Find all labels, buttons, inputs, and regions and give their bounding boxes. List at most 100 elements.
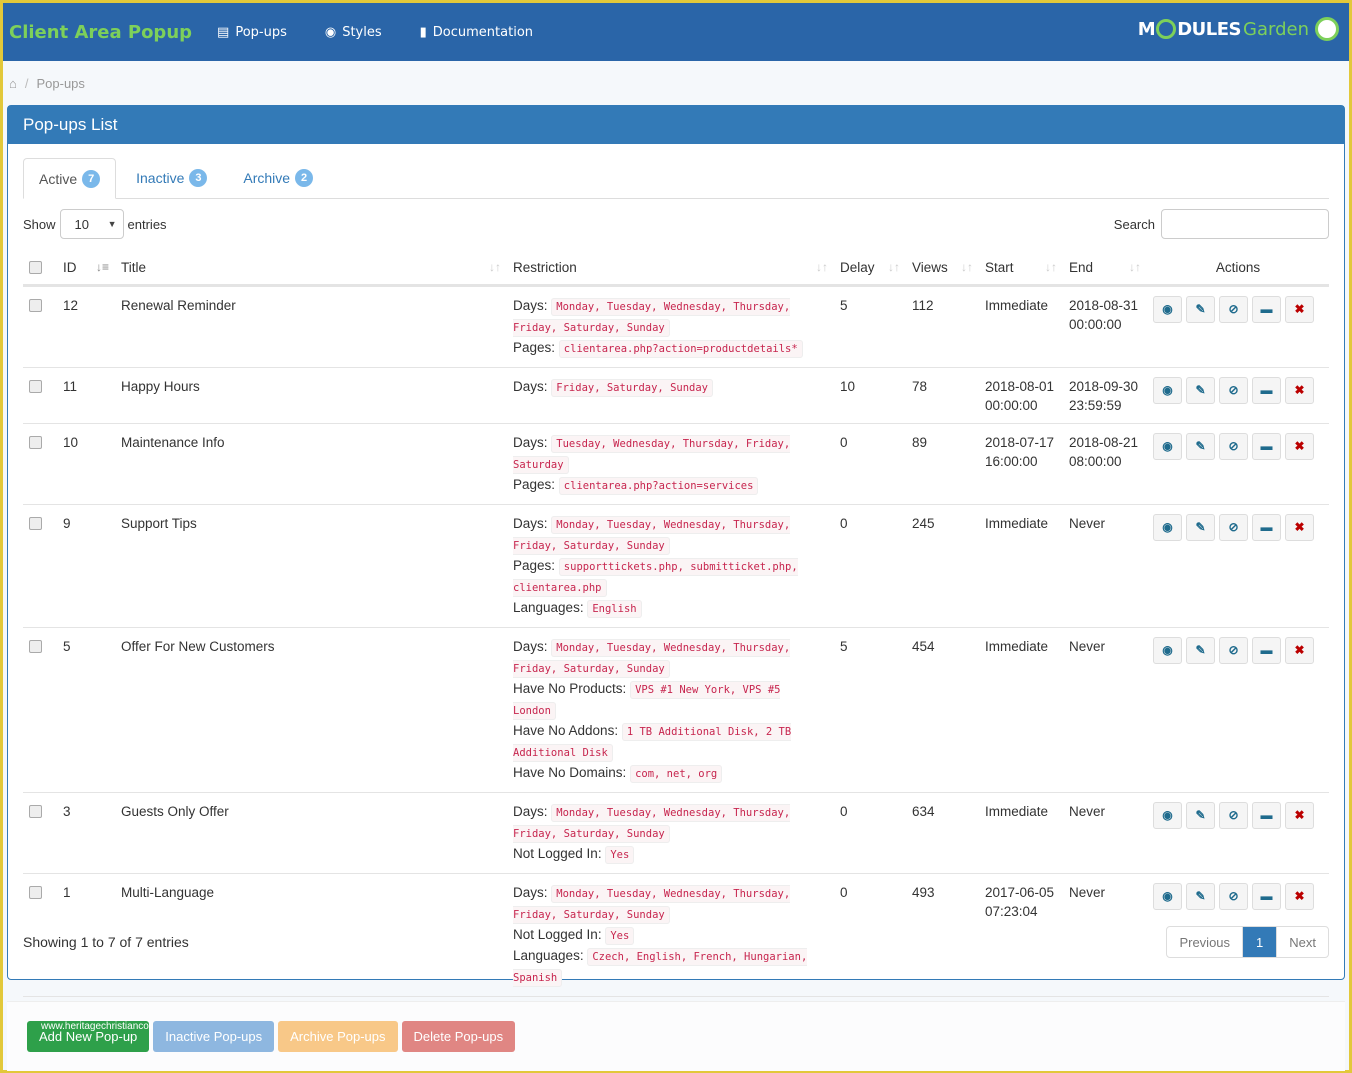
action-buttons: ◉ ✎ ⊘ ▬ ✖	[1153, 636, 1323, 664]
col-end[interactable]: End ↓↑	[1063, 251, 1147, 287]
archive-button[interactable]: ▬	[1252, 295, 1281, 323]
restriction-value: Monday, Tuesday, Wednesday, Thursday, Fr…	[513, 803, 791, 843]
logo-text-dules: DULES	[1177, 18, 1242, 40]
breadcrumb: ⌂ / Pop-ups	[3, 61, 1349, 105]
archive-button[interactable]: ▬	[1252, 513, 1281, 541]
preview-button[interactable]: ◉	[1153, 882, 1182, 910]
deactivate-button[interactable]: ⊘	[1219, 513, 1248, 541]
row-actions: ◉ ✎ ⊘ ▬ ✖	[1147, 627, 1329, 793]
deactivate-button[interactable]: ⊘	[1219, 882, 1248, 910]
app-brand[interactable]: Client Area Popup	[9, 22, 192, 43]
page-1-button[interactable]: 1	[1243, 927, 1278, 957]
deactivate-button[interactable]: ⊘	[1219, 295, 1248, 323]
row-checkbox[interactable]	[29, 298, 42, 312]
restriction-label: Pages:	[513, 557, 556, 573]
edit-button[interactable]: ✎	[1186, 376, 1215, 404]
deactivate-button[interactable]: ⊘	[1219, 636, 1248, 664]
folder-open-icon: ▬	[1260, 807, 1273, 822]
home-icon[interactable]: ⌂	[9, 76, 17, 91]
row-checkbox[interactable]	[29, 379, 42, 393]
tab-inactive[interactable]: Inactive 3	[120, 158, 223, 198]
deactivate-button[interactable]: ⊘	[1219, 376, 1248, 404]
folder-open-icon: ▬	[1260, 301, 1273, 316]
breadcrumb-current[interactable]: Pop-ups	[36, 76, 84, 91]
table-row: 12 Renewal Reminder Days: Monday, Tuesday,…	[23, 285, 1329, 368]
archive-button[interactable]: ▬	[1252, 801, 1281, 829]
preview-button[interactable]: ◉	[1153, 376, 1182, 404]
inactive-popups-button[interactable]: Inactive Pop-ups	[153, 1021, 275, 1052]
row-checkbox[interactable]	[29, 885, 42, 899]
list-icon: ▤	[217, 24, 230, 40]
row-id: 10	[57, 423, 115, 505]
preview-button[interactable]: ◉	[1153, 432, 1182, 460]
deactivate-button[interactable]: ⊘	[1219, 801, 1248, 829]
select-all-checkbox[interactable]	[29, 260, 42, 274]
delete-button[interactable]: ✖	[1285, 636, 1314, 664]
row-restriction: Days: Tuesday, Wednesday, Thursday, Frid…	[507, 423, 834, 505]
delete-button[interactable]: ✖	[1285, 801, 1314, 829]
nav-documentation-label: Documentation	[432, 24, 534, 40]
panel-title: Pop-ups List	[8, 106, 1344, 144]
restriction-line: Have No Addons: 1 TB Additional Disk, 2 …	[513, 721, 828, 763]
delete-button[interactable]: ✖	[1285, 513, 1314, 541]
row-views: 78	[906, 367, 979, 424]
row-end: Never	[1063, 627, 1147, 793]
table-header-row: ID ↓≡ Title ↓↑ Restriction ↓↑ Delay ↓↑ Views…	[23, 251, 1329, 287]
pencil-icon: ✎	[1195, 642, 1206, 657]
row-checkbox[interactable]	[29, 435, 42, 449]
edit-button[interactable]: ✎	[1186, 432, 1215, 460]
col-id[interactable]: ID ↓≡	[57, 251, 115, 287]
tab-active[interactable]: Active 7	[23, 158, 117, 199]
delete-button[interactable]: ✖	[1285, 882, 1314, 910]
tab-archive[interactable]: Archive 2	[227, 158, 329, 198]
edit-button[interactable]: ✎	[1186, 513, 1215, 541]
col-start[interactable]: Start ↓↑	[979, 251, 1063, 287]
restriction-value: Monday, Tuesday, Wednesday, Thursday, Fr…	[513, 297, 791, 337]
nav-styles[interactable]: ◉ Styles	[325, 25, 382, 40]
preview-button[interactable]: ◉	[1153, 801, 1182, 829]
action-buttons: ◉ ✎ ⊘ ▬ ✖	[1153, 801, 1323, 829]
row-start: Immediate	[979, 792, 1063, 874]
edit-button[interactable]: ✎	[1186, 882, 1215, 910]
preview-button[interactable]: ◉	[1153, 295, 1182, 323]
archive-popups-button[interactable]: Archive Pop-ups	[278, 1021, 398, 1052]
eye-icon: ◉	[1162, 642, 1173, 657]
add-new-popup-button[interactable]: www.heritagechristiancollege.com Add New…	[27, 1021, 192, 1052]
search-input[interactable]	[1161, 209, 1329, 239]
archive-button[interactable]: ▬	[1252, 636, 1281, 664]
sort-icon: ↓↑	[1129, 259, 1141, 274]
nav-popups[interactable]: ▤ Pop-ups	[217, 25, 287, 40]
row-checkbox[interactable]	[29, 516, 42, 530]
row-id: 5	[57, 627, 115, 793]
ban-icon: ⊘	[1228, 642, 1239, 657]
col-views[interactable]: Views ↓↑	[906, 251, 979, 287]
delete-popups-button[interactable]: Delete Pop-ups	[401, 1021, 516, 1052]
nav-documentation[interactable]: ▮ Documentation	[420, 25, 533, 40]
delete-button[interactable]: ✖	[1285, 376, 1314, 404]
table-row: 5 Offer For New Customers Days: Monday, Tu…	[23, 627, 1329, 793]
edit-button[interactable]: ✎	[1186, 636, 1215, 664]
col-restriction[interactable]: Restriction ↓↑	[507, 251, 834, 287]
entries-select[interactable]: 10 ▼	[59, 209, 124, 239]
edit-button[interactable]: ✎	[1186, 295, 1215, 323]
restriction-value: Tuesday, Wednesday, Thursday, Friday, Sa…	[513, 434, 791, 474]
archive-button[interactable]: ▬	[1252, 376, 1281, 404]
deactivate-button[interactable]: ⊘	[1219, 432, 1248, 460]
preview-button[interactable]: ◉	[1153, 513, 1182, 541]
show-label: Show	[23, 216, 56, 232]
next-page-button[interactable]: Next	[1277, 927, 1328, 957]
delete-button[interactable]: ✖	[1285, 295, 1314, 323]
col-end-label: End	[1069, 259, 1094, 275]
col-delay[interactable]: Delay ↓↑	[834, 251, 906, 287]
archive-button[interactable]: ▬	[1252, 882, 1281, 910]
restriction-label: Days:	[513, 638, 548, 654]
previous-page-button[interactable]: Previous	[1167, 927, 1244, 957]
delete-button[interactable]: ✖	[1285, 432, 1314, 460]
restriction-value: Friday, Saturday, Sunday	[551, 378, 713, 397]
archive-button[interactable]: ▬	[1252, 432, 1281, 460]
row-checkbox[interactable]	[29, 804, 42, 818]
row-checkbox[interactable]	[29, 639, 42, 653]
col-title[interactable]: Title ↓↑	[115, 251, 507, 287]
preview-button[interactable]: ◉	[1153, 636, 1182, 664]
edit-button[interactable]: ✎	[1186, 801, 1215, 829]
